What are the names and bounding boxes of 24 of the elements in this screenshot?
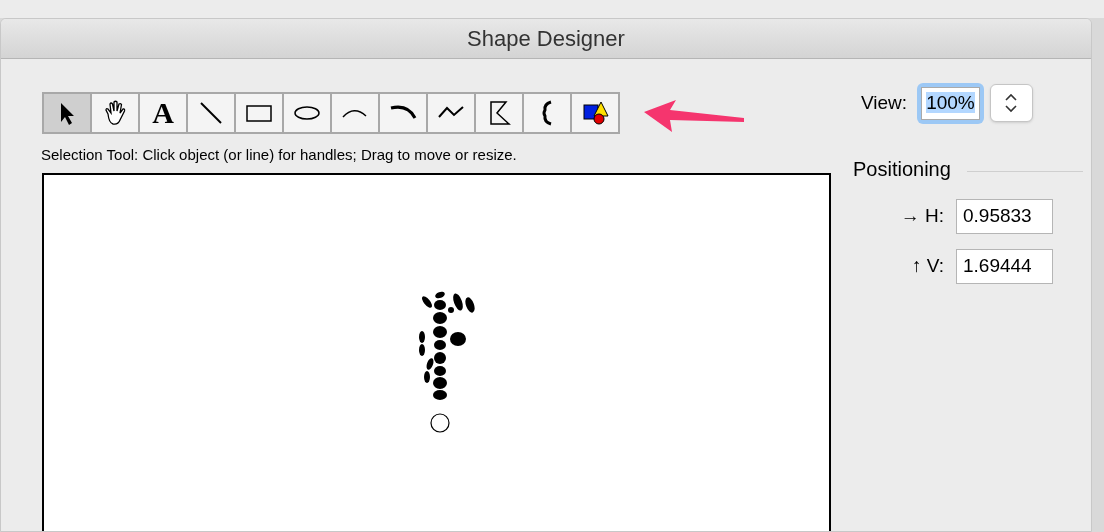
tool-button[interactable]: [380, 94, 426, 132]
text-tool-icon: A: [152, 98, 174, 128]
view-label: View:: [861, 91, 908, 115]
tool-button[interactable]: [428, 94, 474, 132]
coordinate-field[interactable]: 1.69444: [956, 248, 1053, 284]
tool-button[interactable]: [236, 94, 282, 132]
tool-button[interactable]: [92, 94, 138, 132]
tool-button[interactable]: [284, 94, 330, 132]
tool-hint: Selection Tool: Click object (or line) for handles; Drag to move or resize.: [41, 145, 518, 165]
window-title: Shape Designer: [467, 25, 625, 53]
up-down-icon: [1004, 92, 1019, 115]
tool-button[interactable]: [524, 94, 570, 132]
tool-button[interactable]: [476, 94, 522, 132]
zoom-field[interactable]: 100%: [917, 83, 984, 124]
tool-button[interactable]: [188, 94, 234, 132]
tool-button[interactable]: [44, 94, 90, 132]
coordinate-field[interactable]: 0.95833: [956, 198, 1053, 234]
section-title: Positioning: [853, 156, 951, 182]
field-label: → H:: [899, 203, 944, 228]
tool-button[interactable]: [572, 94, 618, 132]
tool-button[interactable]: A: [140, 94, 186, 132]
arc-icon: [342, 108, 368, 118]
field-label: ↑ V:: [910, 253, 944, 278]
stepper-button[interactable]: [989, 84, 1033, 123]
